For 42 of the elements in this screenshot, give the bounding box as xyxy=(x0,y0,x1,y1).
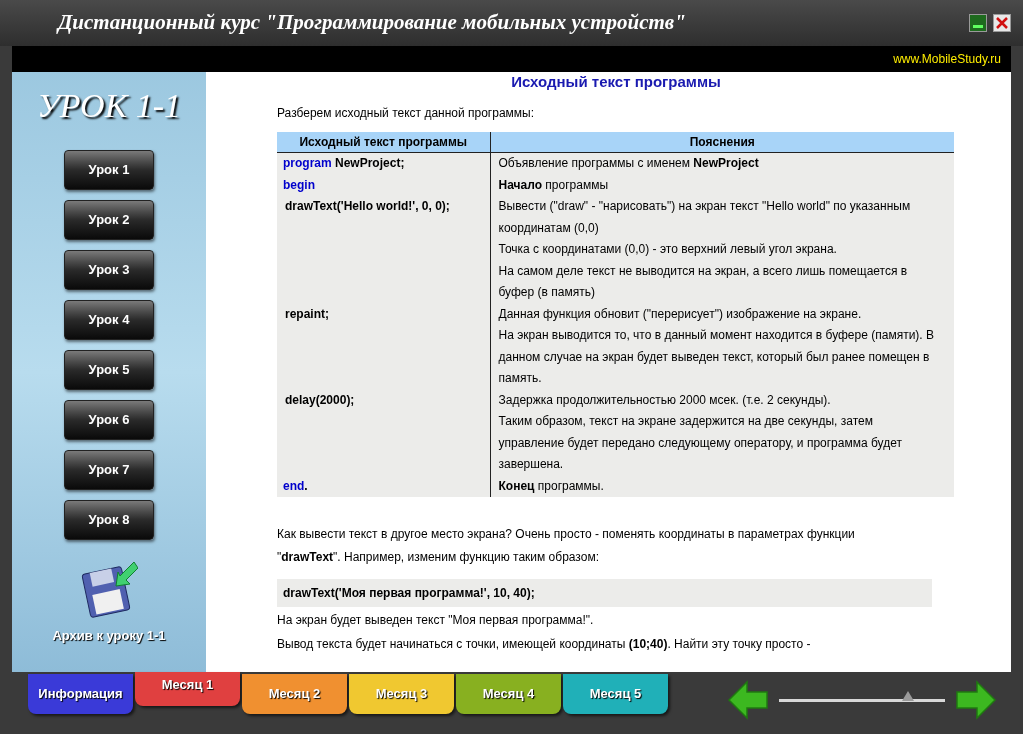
forward-arrow-icon[interactable] xyxy=(955,680,997,720)
page-heading: Исходный текст программы xyxy=(510,73,722,91)
lesson-button[interactable]: Урок 8 xyxy=(64,500,154,540)
column-header: Исходный текст программы xyxy=(277,132,490,153)
lesson-button[interactable]: Урок 1 xyxy=(64,150,154,190)
lesson-button[interactable]: Урок 7 xyxy=(64,450,154,490)
lesson-button[interactable]: Урок 2 xyxy=(64,200,154,240)
code-line: drawText('Hello world!', 0, 0); xyxy=(284,199,450,213)
code-line: delay(2000); xyxy=(284,392,355,407)
code-line: repaint; xyxy=(284,306,329,321)
month-tab[interactable]: Информация xyxy=(28,674,133,714)
body-paragraph: Как вывести текст в другое место экрана? Очень просто - поменять координаты в параметрах функции "drawText". Например, изменим функцию таким образом: xyxy=(277,526,856,566)
explanation-text: На самом деле текст не выводится на экран, а всего лишь помещается в буфер (в память) xyxy=(498,262,909,301)
explanation-text: Данная функция обновит ("перерисует") изображение на экране. xyxy=(498,305,863,323)
lesson-button[interactable]: Урок 5 xyxy=(64,350,154,390)
code-line: begin xyxy=(283,177,315,192)
explanation-text: Таким образом, текст на экране задержится на две секунды, затем управление будет передано следующему оператору, и программа будет завершена. xyxy=(498,413,903,473)
close-button[interactable] xyxy=(993,14,1011,32)
lesson-button[interactable]: Урок 3 xyxy=(64,250,154,290)
column-header: Пояснения xyxy=(490,132,954,153)
code-line: end. xyxy=(283,478,308,493)
explanation-text: Объявление программы с именем NewProject xyxy=(498,155,760,172)
intro-text: Разберем исходный текст данной программы: xyxy=(277,105,536,121)
back-arrow-icon[interactable] xyxy=(727,680,769,720)
explanation-text: Начало программы xyxy=(498,176,609,194)
explanation-text: На экран выводится то, что в данный момент находится в буфере (памяти). В данном случае на экран будет выведен текст, который был ранее помещен в память. xyxy=(498,327,935,387)
explanation-text: Точка с координатами (0,0) - это верхний левый угол экрана. xyxy=(498,241,838,258)
site-link[interactable]: www.MobileStudy.ru xyxy=(893,50,1001,68)
body-text: На экран будет выведен текст "Моя первая программа!". xyxy=(277,612,595,629)
explanation-text: Конец программы. xyxy=(498,477,605,495)
minimize-button[interactable] xyxy=(969,14,987,32)
lesson-title: УРОК 1-1 xyxy=(36,86,182,126)
body-text: Вывод текста будет начинаться с точки, имеющей координаты (10;40). Найти эту точку просто - xyxy=(277,636,812,653)
explanation-text: Вывести ("draw" - "нарисовать") на экран текст "Hello world" по указанным координатам (0,0) xyxy=(498,198,912,237)
month-tab[interactable]: Месяц 1 xyxy=(135,672,240,706)
lesson-button[interactable]: Урок 4 xyxy=(64,300,154,340)
lesson-button[interactable]: Урок 6 xyxy=(64,400,154,440)
code-example: drawText('Моя первая программа!', 10, 40); xyxy=(277,579,932,607)
window-title: Дистанционный курс "Программирование мобильных устройств" xyxy=(58,9,687,37)
code-line: program NewProject; xyxy=(283,156,405,170)
slider-thumb[interactable] xyxy=(902,690,915,701)
explanation-text: Задержка продолжительностью 2000 мсек. (т.е. 2 секунды). xyxy=(498,391,832,409)
